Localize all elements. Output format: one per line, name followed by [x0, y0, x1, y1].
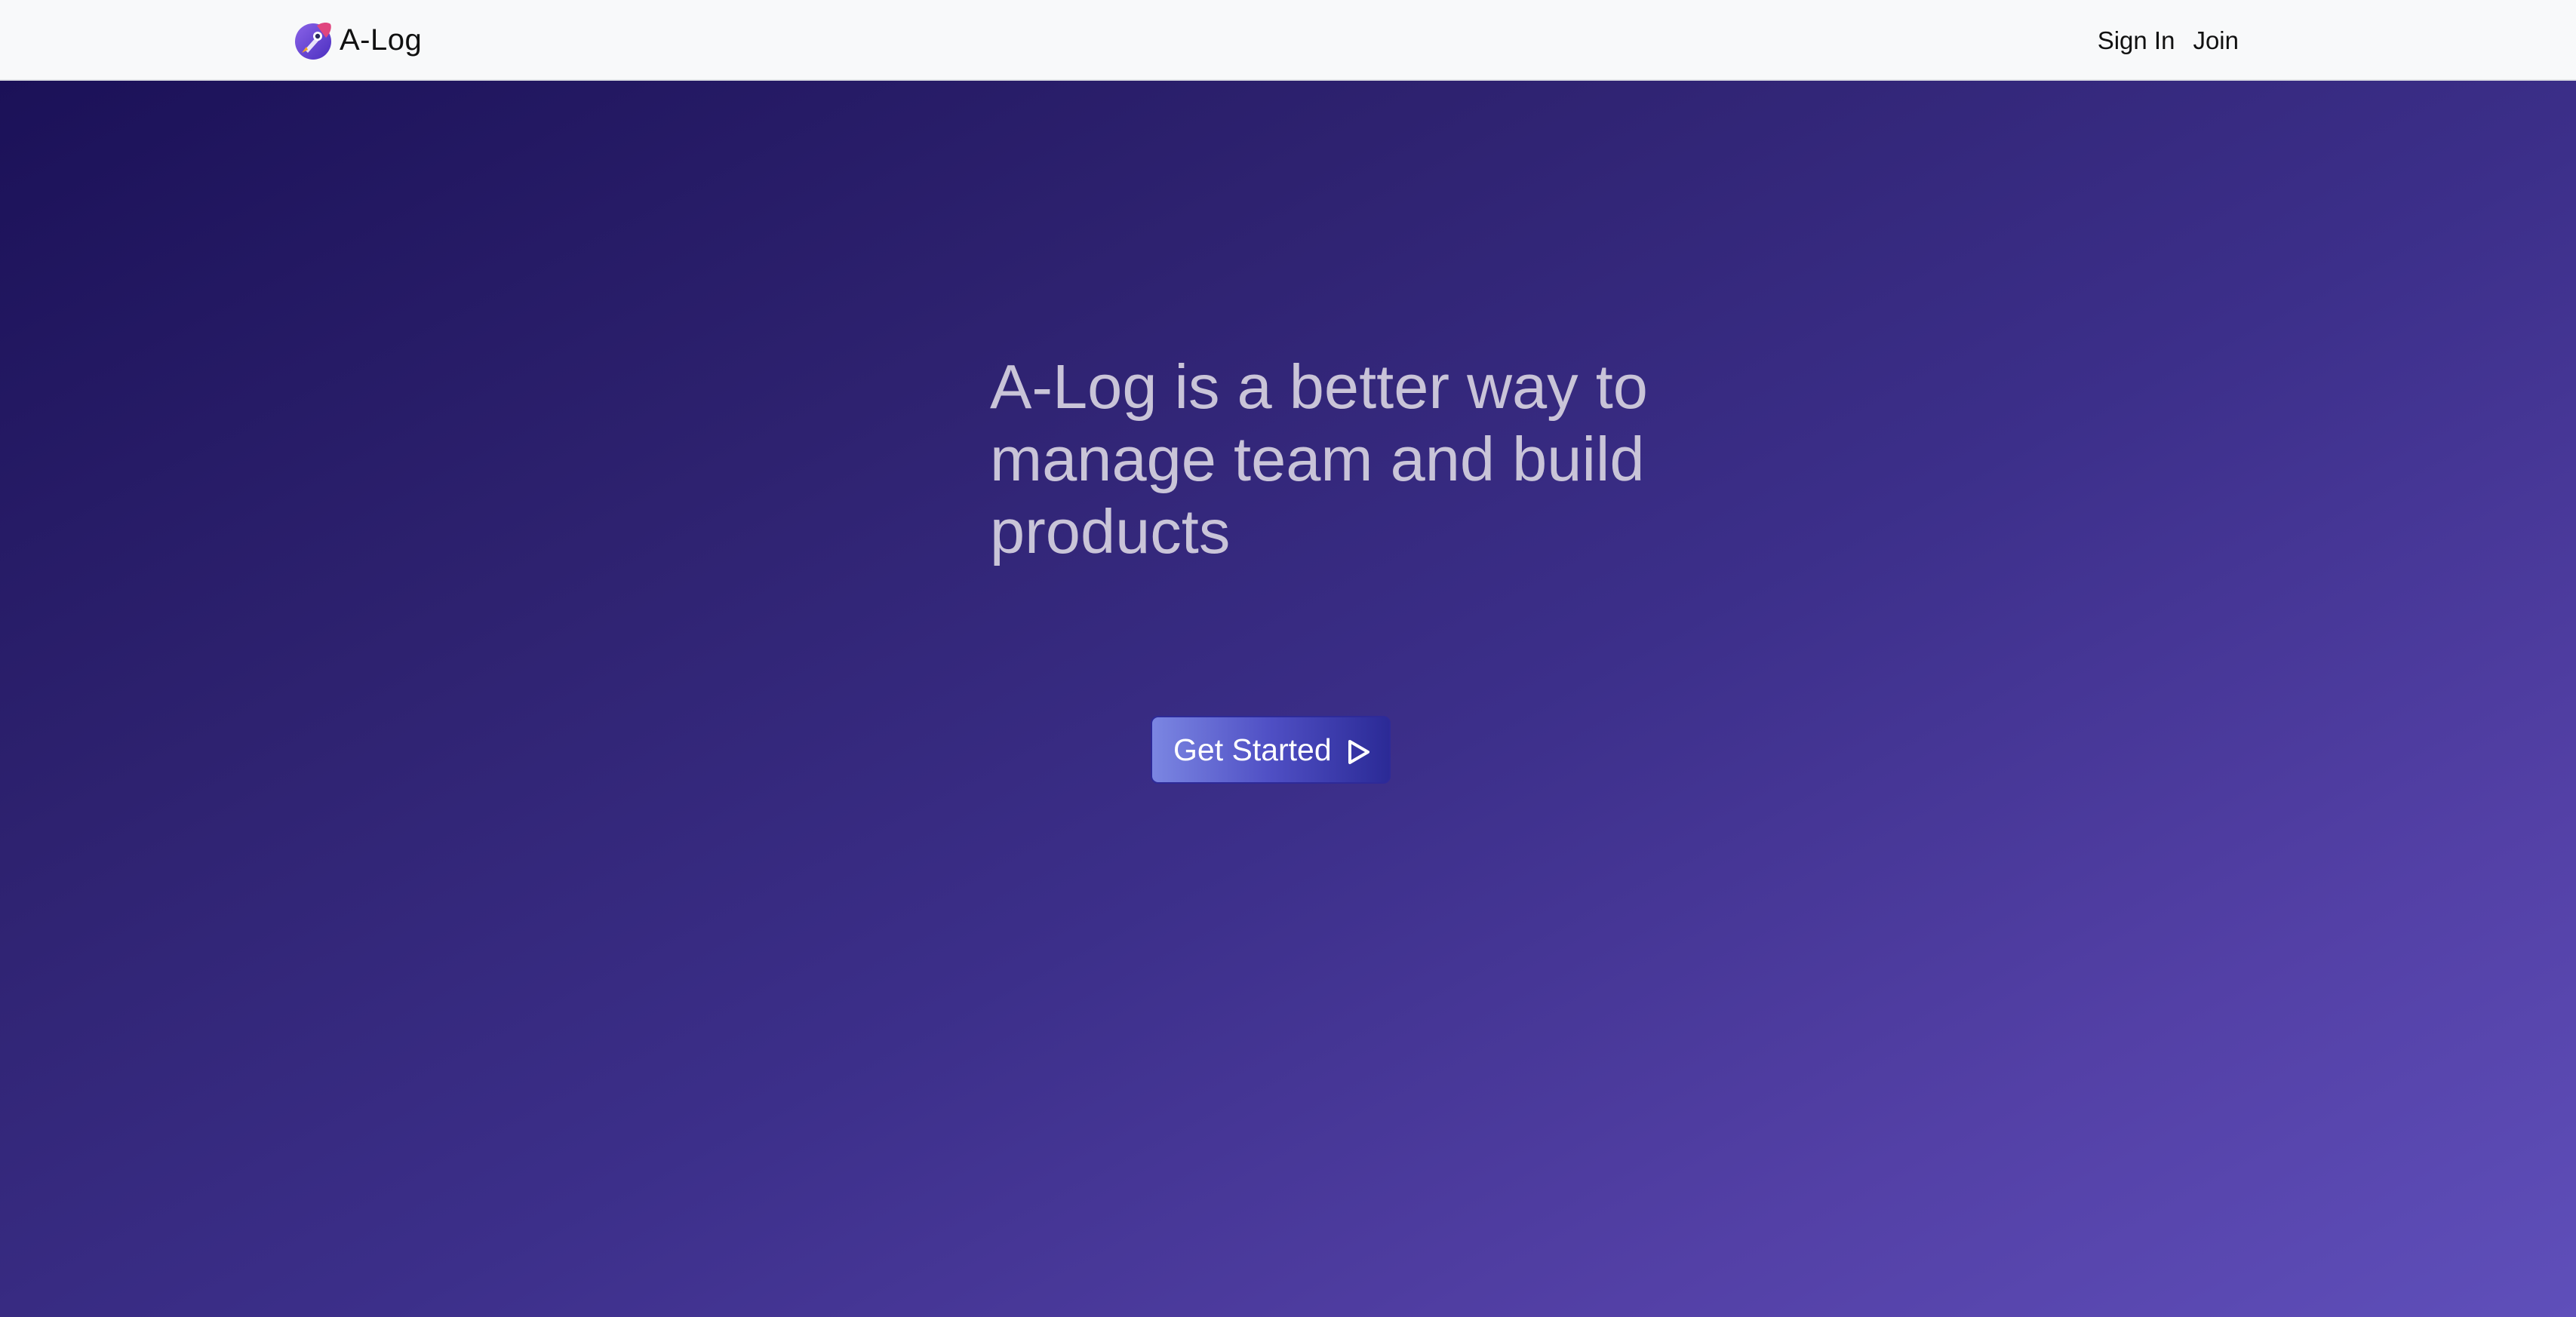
- get-started-label: Get Started: [1173, 732, 1332, 767]
- get-started-button[interactable]: Get Started: [1151, 716, 1391, 784]
- sign-in-link[interactable]: Sign In: [2098, 26, 2175, 55]
- hero-section: A-Log is a better way to manage team and…: [0, 81, 2576, 1317]
- brand-link[interactable]: A-Log: [294, 18, 422, 62]
- brand-name: A-Log: [340, 23, 423, 57]
- hero-headline: A-Log is a better way to manage team and…: [990, 352, 1648, 566]
- play-triangle-icon: [1348, 740, 1369, 764]
- rocket-logo-icon: [295, 23, 331, 60]
- join-link[interactable]: Join: [2193, 26, 2239, 55]
- nav-links: Sign In Join: [2080, 21, 2239, 60]
- top-navbar: A-Log Sign In Join: [0, 0, 2576, 81]
